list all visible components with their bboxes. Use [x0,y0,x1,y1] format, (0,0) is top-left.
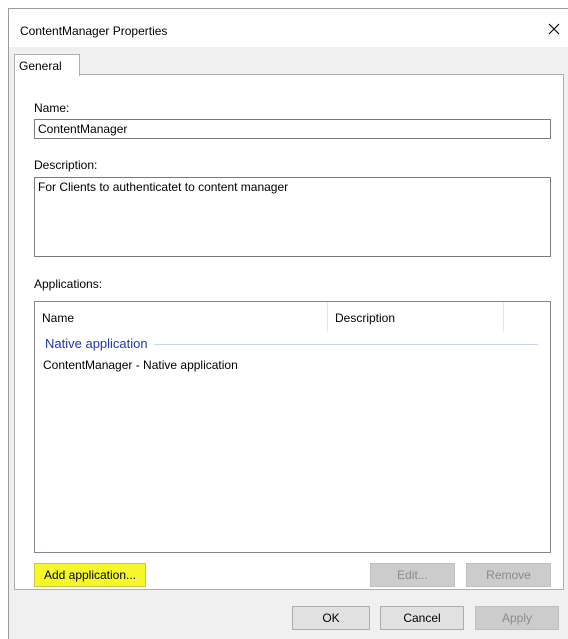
applications-label: Applications: [34,277,103,291]
tab-strip: General [9,47,568,76]
title-bar: ContentManager Properties [9,9,568,47]
add-application-label: Add application... [43,568,137,582]
add-application-button[interactable]: Add application... [34,563,146,587]
applications-list[interactable]: Name Description Native application Cont… [34,301,551,553]
remove-button[interactable]: Remove [466,563,551,587]
list-item[interactable]: ContentManager - Native application [43,358,238,372]
general-tab-panel: Name: Description: For Clients to authen… [14,74,564,590]
column-header-description[interactable]: Description [328,302,504,332]
group-divider [153,343,538,345]
cancel-button[interactable]: Cancel [380,606,464,630]
name-label: Name: [34,101,70,115]
properties-dialog: ContentManager Properties General Name: … [8,8,568,639]
description-field[interactable]: For Clients to authenticatet to content … [34,177,551,257]
group-label: Native application [45,335,148,351]
tab-general[interactable]: General [14,54,80,76]
dialog-title: ContentManager Properties [20,24,168,38]
apply-button[interactable]: Apply [475,606,559,630]
group-header-native-application[interactable]: Native application [45,335,538,351]
close-icon [548,23,560,35]
description-label: Description: [34,158,98,172]
name-field[interactable] [34,119,551,139]
column-header-name[interactable]: Name [35,302,328,332]
ok-button[interactable]: OK [292,606,370,630]
close-button[interactable] [540,17,568,41]
edit-button[interactable]: Edit... [370,563,455,587]
